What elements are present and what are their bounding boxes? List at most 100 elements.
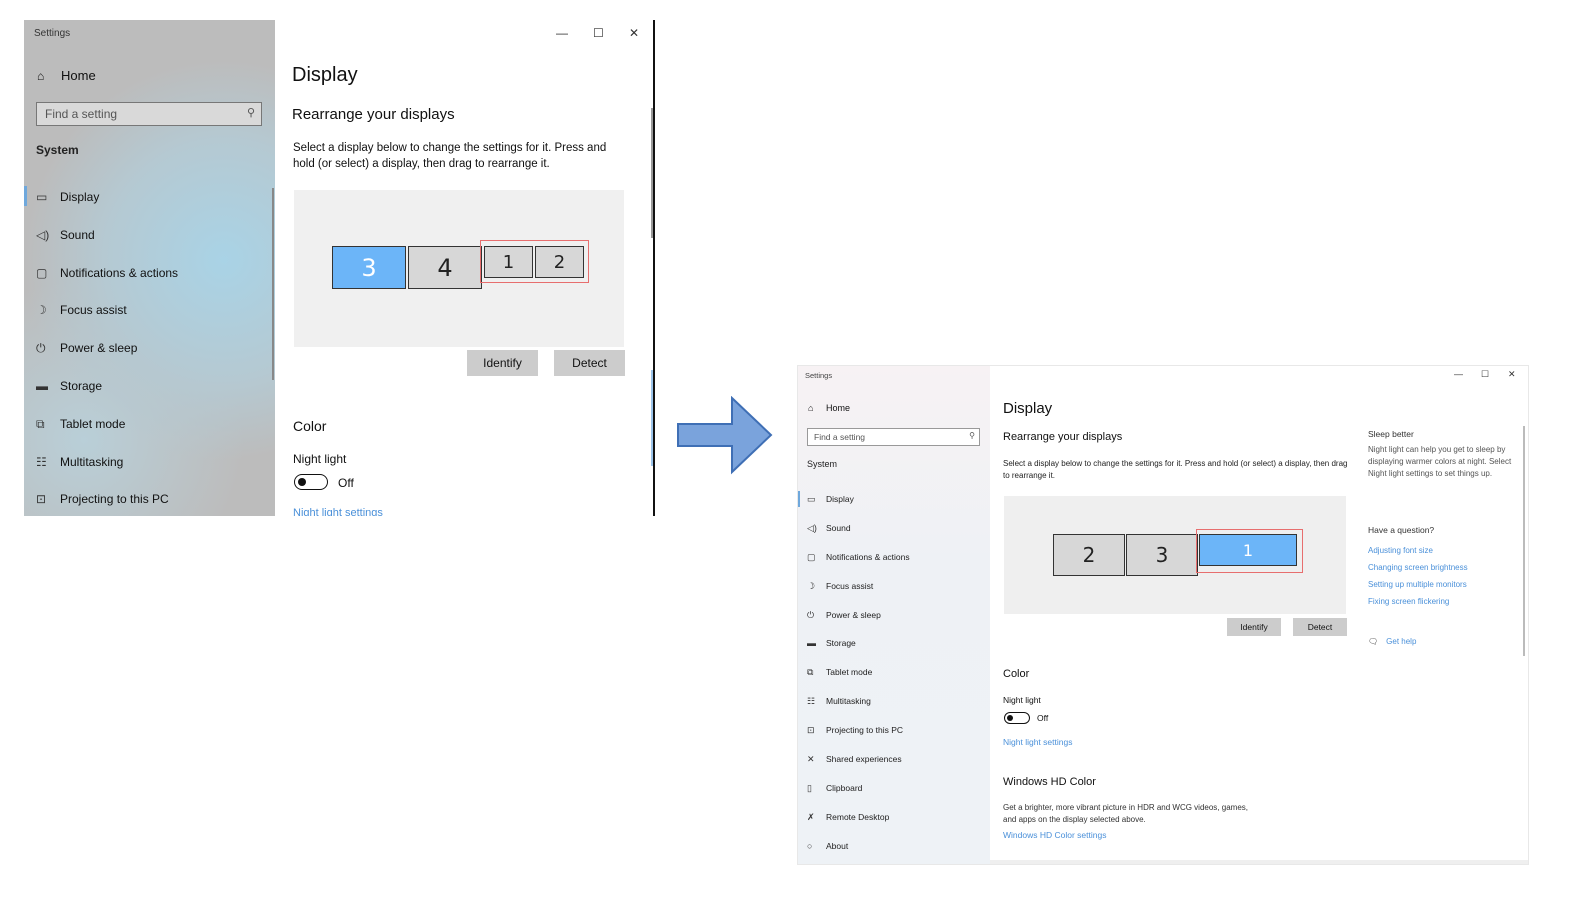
sleep-better-text: Night light can help you get to sleep by… — [1368, 445, 1512, 478]
night-light-label: Night light — [1003, 695, 1041, 705]
moon-icon: ☽ — [807, 580, 816, 591]
sidebar-item-projecting-to-this-pc[interactable]: ⊡ Projecting to this PC — [24, 482, 275, 516]
search-icon[interactable]: ⚲ — [969, 431, 975, 440]
close-icon[interactable]: ✕ — [629, 26, 639, 40]
rearrange-description: Select a display below to change the set… — [293, 142, 607, 170]
sidebar-item-about[interactable]: ○ About — [798, 833, 990, 862]
sidebar-item-label: Power & sleep — [60, 341, 138, 356]
night-light-state: Off — [1037, 713, 1049, 723]
sidebar-item-label: Tablet mode — [826, 667, 873, 678]
search-input[interactable]: Find a setting ⚲ — [36, 102, 262, 126]
sidebar-item-multitasking[interactable]: ☷ Multitasking — [798, 688, 990, 717]
hd-color-settings-link[interactable]: Windows HD Color settings — [1003, 830, 1106, 840]
monitor-3[interactable]: 3 — [332, 246, 406, 289]
arrow-right-icon — [677, 396, 773, 475]
monitor-4[interactable]: 4 — [408, 246, 482, 289]
maximize-icon[interactable]: ☐ — [593, 26, 604, 40]
sidebar-item-sound[interactable]: ◁) Sound — [798, 515, 990, 544]
sidebar-item-label: Notifications & actions — [60, 265, 179, 280]
main-scrollbar[interactable] — [1523, 426, 1525, 656]
sidebar-item-focus-assist[interactable]: ☽ Focus assist — [798, 573, 990, 602]
sidebar-item-multitasking[interactable]: ☷ Multitasking — [24, 445, 275, 483]
sidebar-item-label: Storage — [60, 378, 103, 393]
search-input[interactable]: Find a setting ⚲ — [807, 428, 980, 446]
sidebar-item-label: Power & sleep — [826, 609, 881, 620]
get-help-link[interactable]: 🗨 Get help — [1368, 636, 1416, 648]
close-icon[interactable]: ✕ — [1508, 369, 1516, 380]
monitor-1[interactable]: 1 — [1199, 534, 1297, 566]
clipboard-icon: ▯ — [807, 782, 812, 793]
help-link[interactable]: Changing screen brightness — [1368, 562, 1468, 574]
sidebar-scrollbar[interactable] — [272, 188, 274, 380]
page-title: Display — [1003, 400, 1053, 417]
settings-window-after: Settings ⌂ Home Find a setting ⚲ System ▭… — [798, 366, 1528, 864]
tablet-icon: ⧉ — [807, 667, 814, 678]
chat-icon: 🗨 — [1368, 637, 1379, 646]
hd-color-heading: Windows HD Color — [1003, 776, 1096, 788]
sidebar-nav: ▭ Display ◁) Sound ▢ Notifications & actions ☽… — [24, 180, 275, 516]
sidebar-item-power-sleep[interactable]: ⏻ Power & sleep — [24, 331, 275, 369]
sidebar-item-tablet-mode[interactable]: ⧉ Tablet mode — [798, 659, 990, 688]
sidebar-item-clipboard[interactable]: ▯ Clipboard — [798, 775, 990, 804]
sidebar-item-sound[interactable]: ◁) Sound — [24, 218, 275, 256]
sidebar-item-label: Remote Desktop — [826, 811, 890, 822]
sidebar-item-focus-assist[interactable]: ☽ Focus assist — [24, 293, 275, 331]
sidebar-item-notifications-actions[interactable]: ▢ Notifications & actions — [798, 544, 990, 573]
detect-button[interactable]: Detect — [1293, 618, 1347, 636]
night-light-settings-link[interactable]: Night light settings — [1003, 737, 1072, 747]
home-icon: ⌂ — [808, 403, 814, 413]
help-link[interactable]: Fixing screen flickering — [1368, 596, 1449, 608]
power-icon: ⏻ — [36, 341, 46, 356]
monitor-2[interactable]: 2 — [1053, 534, 1125, 576]
toggle-knob — [298, 478, 306, 486]
identify-button[interactable]: Identify — [1227, 618, 1281, 636]
sidebar-item-shared-experiences[interactable]: ✕ Shared experiences — [798, 746, 990, 775]
sidebar-item-power-sleep[interactable]: ⏻ Power & sleep — [798, 602, 990, 631]
sidebar-item-display[interactable]: ▭ Display — [24, 180, 275, 218]
sidebar-item-label: Sound — [60, 227, 95, 242]
minimize-icon[interactable]: — — [1454, 369, 1463, 379]
home-link[interactable]: ⌂ Home — [808, 403, 850, 413]
minimize-icon[interactable]: — — [556, 26, 568, 40]
sidebar-item-label: Projecting to this PC — [60, 492, 169, 507]
monitor-1[interactable]: 1 — [484, 246, 533, 278]
monitor-3[interactable]: 3 — [1126, 534, 1198, 576]
sidebar-item-label: Display — [826, 494, 854, 504]
notifications-icon: ▢ — [36, 265, 48, 280]
sidebar-item-label: About — [826, 840, 849, 851]
sidebar-item-label: Projecting to this PC — [826, 725, 904, 736]
night-light-toggle[interactable] — [294, 474, 328, 490]
app-title: Settings — [805, 371, 833, 380]
question-heading: Have a question? — [1368, 525, 1435, 535]
identify-button[interactable]: Identify — [467, 350, 538, 376]
night-light-toggle[interactable] — [1004, 712, 1030, 724]
home-label: Home — [826, 403, 851, 413]
night-light-settings-link[interactable]: Night light settings — [293, 507, 383, 516]
maximize-icon[interactable]: ☐ — [1481, 369, 1489, 380]
tablet-icon: ⧉ — [36, 416, 45, 431]
rearrange-heading: Rearrange your displays — [292, 106, 455, 123]
detect-button[interactable]: Detect — [554, 350, 625, 376]
sidebar-item-display[interactable]: ▭ Display — [798, 486, 990, 515]
monitor-icon: ▭ — [36, 190, 48, 204]
help-link[interactable]: Setting up multiple monitors — [1368, 579, 1467, 591]
notifications-icon: ▢ — [807, 551, 816, 562]
display-arrangement-canvas[interactable]: 3 4 1 2 — [294, 190, 624, 347]
sidebar-item-label: Focus assist — [60, 303, 127, 318]
sidebar-item-storage[interactable]: ▬ Storage — [798, 630, 990, 659]
multitasking-icon: ☷ — [807, 696, 816, 707]
home-link[interactable]: ⌂ Home — [37, 68, 96, 83]
monitor-2[interactable]: 2 — [535, 246, 584, 278]
sidebar-item-label: Notifications & actions — [826, 551, 910, 562]
display-arrangement-canvas[interactable]: 2 3 1 — [1004, 496, 1346, 614]
sidebar-item-projecting-to-this-pc[interactable]: ⊡ Projecting to this PC — [798, 717, 990, 746]
sidebar-item-tablet-mode[interactable]: ⧉ Tablet mode — [24, 407, 275, 445]
search-icon[interactable]: ⚲ — [247, 106, 255, 119]
sidebar-item-storage[interactable]: ▬ Storage — [24, 369, 275, 407]
sidebar-item-notifications-actions[interactable]: ▢ Notifications & actions — [24, 256, 275, 294]
content-bottom-edge — [990, 860, 1528, 864]
storage-icon: ▬ — [807, 638, 816, 649]
app-title: Settings — [34, 28, 71, 39]
help-link[interactable]: Adjusting font size — [1368, 545, 1433, 557]
sidebar-item-remote-desktop[interactable]: ✗ Remote Desktop — [798, 804, 990, 833]
